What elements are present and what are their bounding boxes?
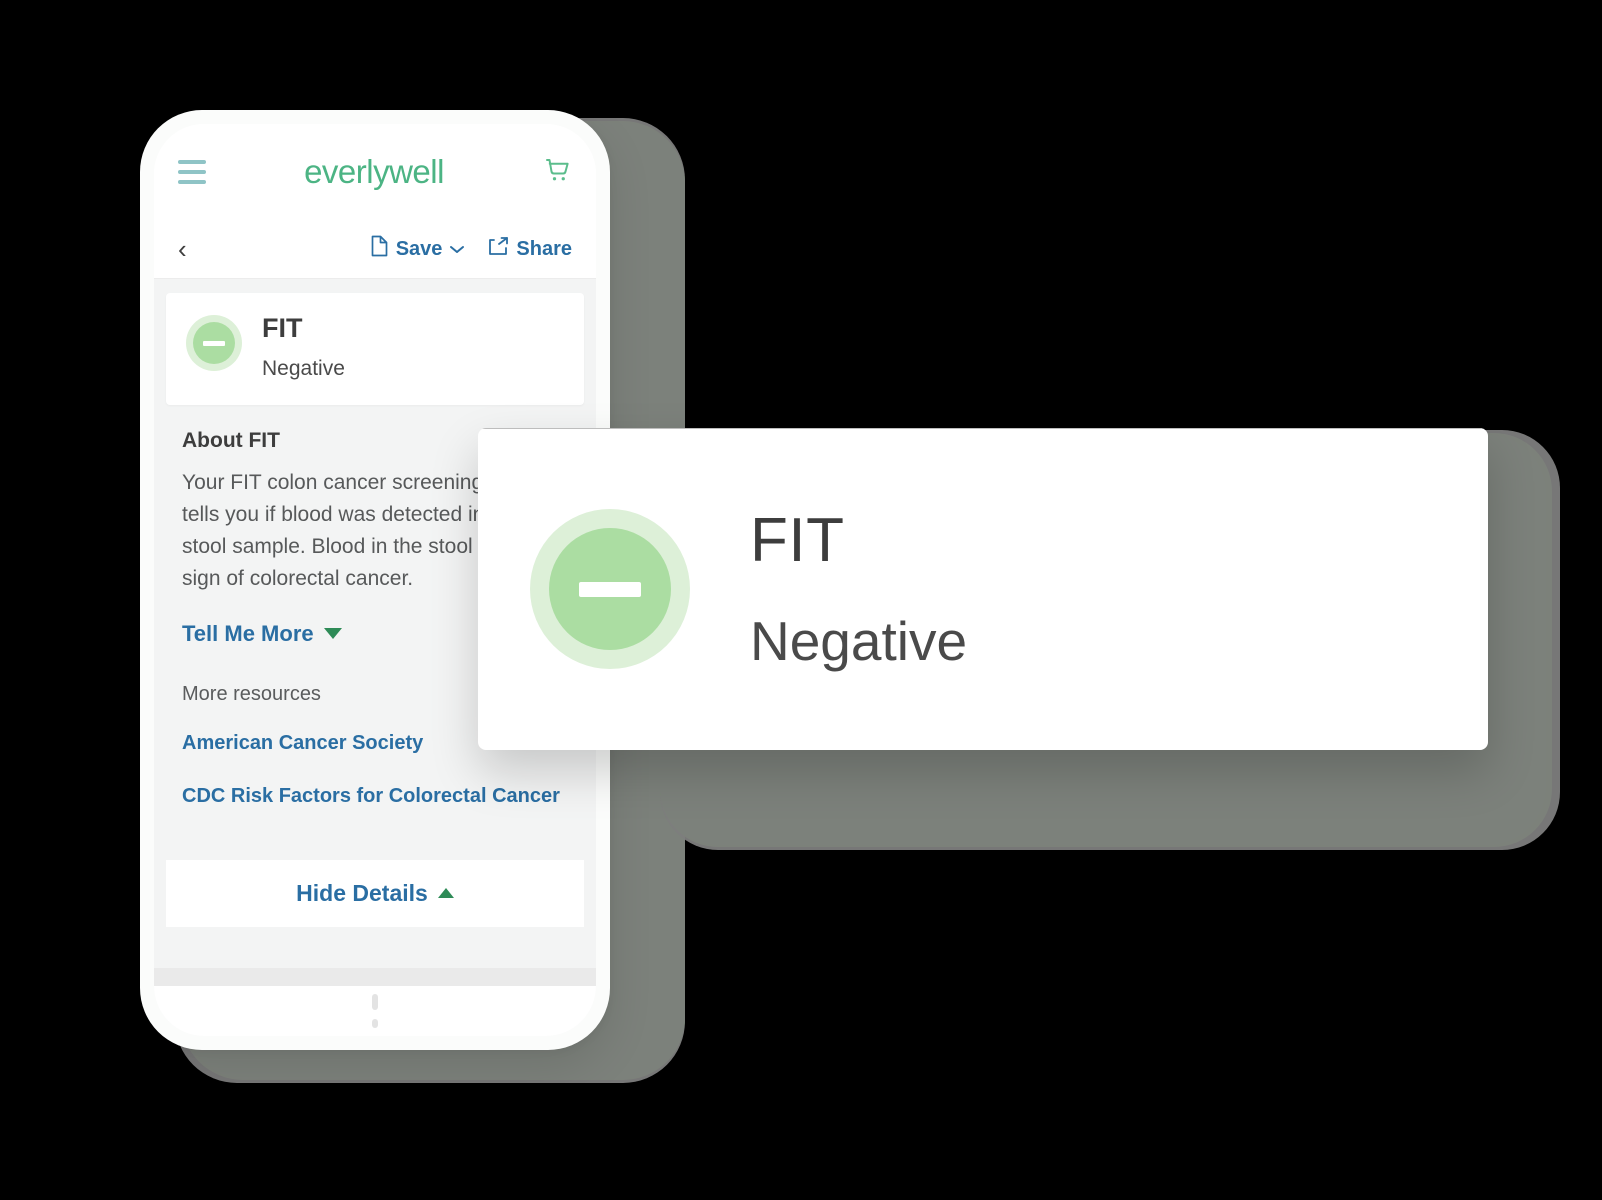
triangle-down-icon xyxy=(323,628,342,640)
screenshot-stage: everlywell ‹ Save Share FIT Negative Abo… xyxy=(0,0,1602,1200)
phone-bottom-bar xyxy=(154,968,596,1036)
result-toolbar: ‹ Save Share xyxy=(154,220,596,279)
resource-link[interactable]: CDC Risk Factors for Colorectal Cancer xyxy=(182,781,568,812)
hide-details-button[interactable]: Hide Details xyxy=(166,859,584,927)
save-button[interactable]: Save xyxy=(370,235,466,263)
shopping-cart-icon[interactable] xyxy=(542,155,572,190)
zoom-card-status: Negative xyxy=(750,609,968,672)
chevron-down-icon xyxy=(449,238,465,261)
home-indicator xyxy=(372,994,378,1028)
result-status: Negative xyxy=(262,357,345,380)
share-button[interactable]: Share xyxy=(487,235,572,263)
app-header: everlywell xyxy=(154,124,596,220)
tell-me-more-label: Tell Me More xyxy=(182,620,314,646)
share-box-icon xyxy=(487,235,509,263)
result-summary-card: FIT Negative xyxy=(166,293,584,405)
zoomed-result-card: FIT Negative xyxy=(478,428,1488,750)
result-title: FIT xyxy=(262,313,303,343)
negative-minus-icon xyxy=(186,315,242,371)
save-label: Save xyxy=(395,237,443,260)
hamburger-icon[interactable] xyxy=(178,160,206,184)
share-label: Share xyxy=(516,237,572,260)
back-button[interactable]: ‹ xyxy=(178,236,187,262)
document-icon xyxy=(370,235,389,263)
brand-logo[interactable]: everlywell xyxy=(304,153,444,191)
negative-minus-icon xyxy=(530,509,690,669)
zoom-card-title: FIT xyxy=(750,505,845,575)
hide-details-label: Hide Details xyxy=(296,879,428,906)
triangle-up-icon xyxy=(437,888,454,899)
